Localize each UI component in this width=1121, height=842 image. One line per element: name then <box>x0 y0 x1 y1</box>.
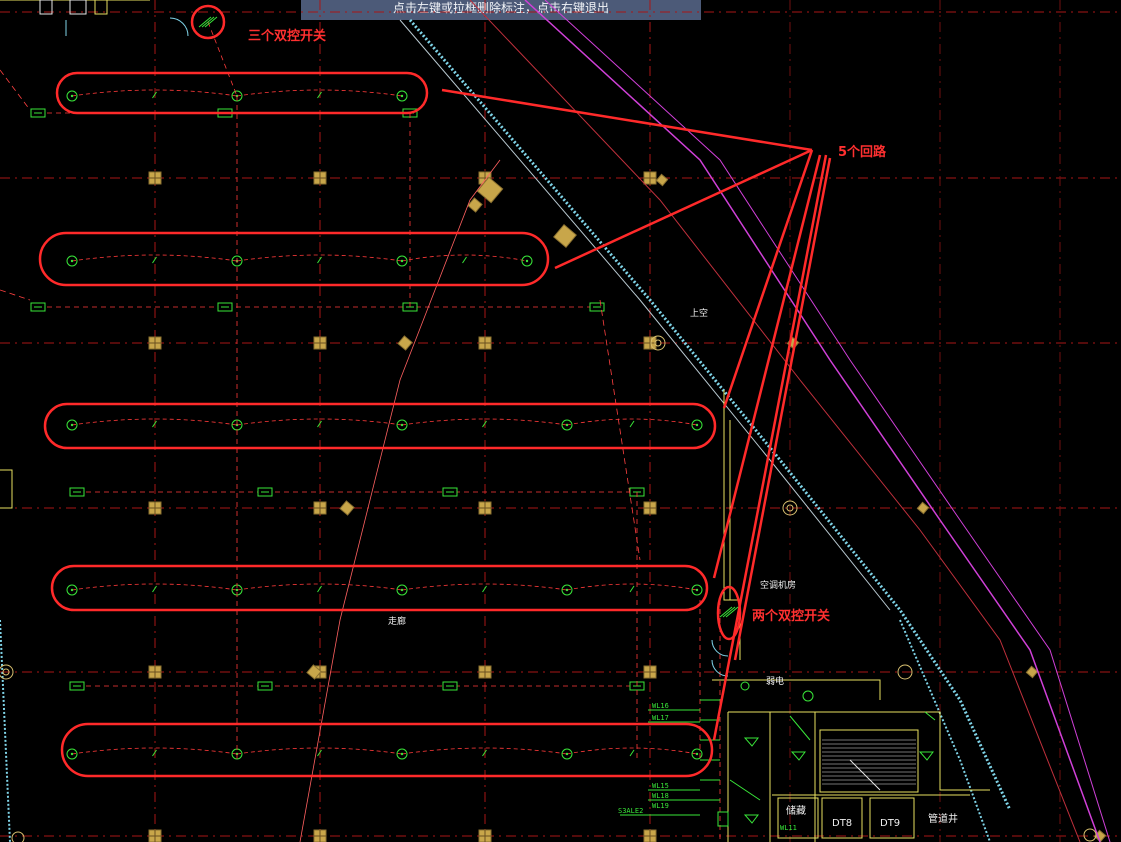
column <box>643 665 657 679</box>
column <box>553 224 577 248</box>
circuit-tag: WL17 <box>652 714 669 722</box>
boundary-lines <box>0 0 1111 842</box>
circuit-tag: WL15 <box>652 782 669 790</box>
markup-annotations <box>38 4 832 778</box>
column <box>478 501 492 515</box>
column <box>313 171 327 185</box>
annotation-three-switches: 三个双控开关 <box>248 28 326 44</box>
column <box>397 335 413 351</box>
label-elevator-dt8: DT8 <box>832 818 852 829</box>
column <box>148 336 162 350</box>
label-weak-current: 弱电 <box>766 675 784 687</box>
column <box>478 829 492 842</box>
column <box>916 501 930 515</box>
lamp-row <box>66 254 533 267</box>
label-corridor: 走廊 <box>388 615 406 627</box>
column <box>148 665 162 679</box>
column <box>313 336 327 350</box>
exit-sign-circuit <box>69 681 645 691</box>
double-control-switch <box>198 16 218 28</box>
label-elevator-dt9: DT9 <box>880 818 900 829</box>
leader-line-2 <box>554 148 813 270</box>
double-control-switch <box>719 606 739 618</box>
circuit-tag: WL16 <box>652 702 669 710</box>
cad-drawing-canvas[interactable]: 三个双控开关 5个回路 两个双控开关 上空 空调机房 走廊 弱电 储藏 DT8 … <box>0 0 1121 842</box>
wall-outlines <box>0 0 990 842</box>
label-storage: 储藏 <box>786 804 806 817</box>
lamp-row <box>66 418 703 431</box>
markup-row-1 <box>55 71 429 115</box>
column <box>643 829 657 842</box>
column <box>313 829 327 842</box>
cad-misc-details <box>0 0 1097 842</box>
column <box>655 173 669 187</box>
column <box>148 501 162 515</box>
label-pipe-shaft: 管道井 <box>928 812 958 825</box>
leader-line-3 <box>722 149 814 409</box>
column <box>643 501 657 515</box>
annotation-two-switches: 两个双控开关 <box>752 608 830 624</box>
column <box>643 336 657 350</box>
circuit-tag: WL18 <box>652 792 669 800</box>
lighting-circuits <box>30 16 739 842</box>
column <box>148 829 162 842</box>
markup-row-5 <box>60 722 714 778</box>
markup-row-4 <box>50 564 709 612</box>
axis-grid <box>0 0 1121 842</box>
circuit-tag: WL11 <box>780 824 797 832</box>
column <box>339 500 355 516</box>
lamp-row <box>66 747 703 760</box>
markup-row-3 <box>43 402 717 450</box>
annotation-five-circuits: 5个回路 <box>838 144 887 160</box>
label-ac-room: 空调机房 <box>760 579 796 591</box>
staircase <box>822 739 916 791</box>
circuit-tag: S3ALE2 <box>618 807 643 815</box>
column <box>148 171 162 185</box>
label-void: 上空 <box>690 307 708 319</box>
markup-row-2 <box>38 231 550 287</box>
column <box>313 501 327 515</box>
column <box>478 336 492 350</box>
exit-sign-circuit <box>69 487 645 497</box>
markup-ellipse-two-switch <box>716 585 742 641</box>
column <box>643 171 657 185</box>
lamp-row <box>66 583 703 596</box>
leader-line-5 <box>712 154 828 741</box>
exit-sign-circuit <box>30 302 605 312</box>
column <box>478 665 492 679</box>
leader-line-4 <box>712 154 822 579</box>
circuit-tag: WL19 <box>652 802 669 810</box>
